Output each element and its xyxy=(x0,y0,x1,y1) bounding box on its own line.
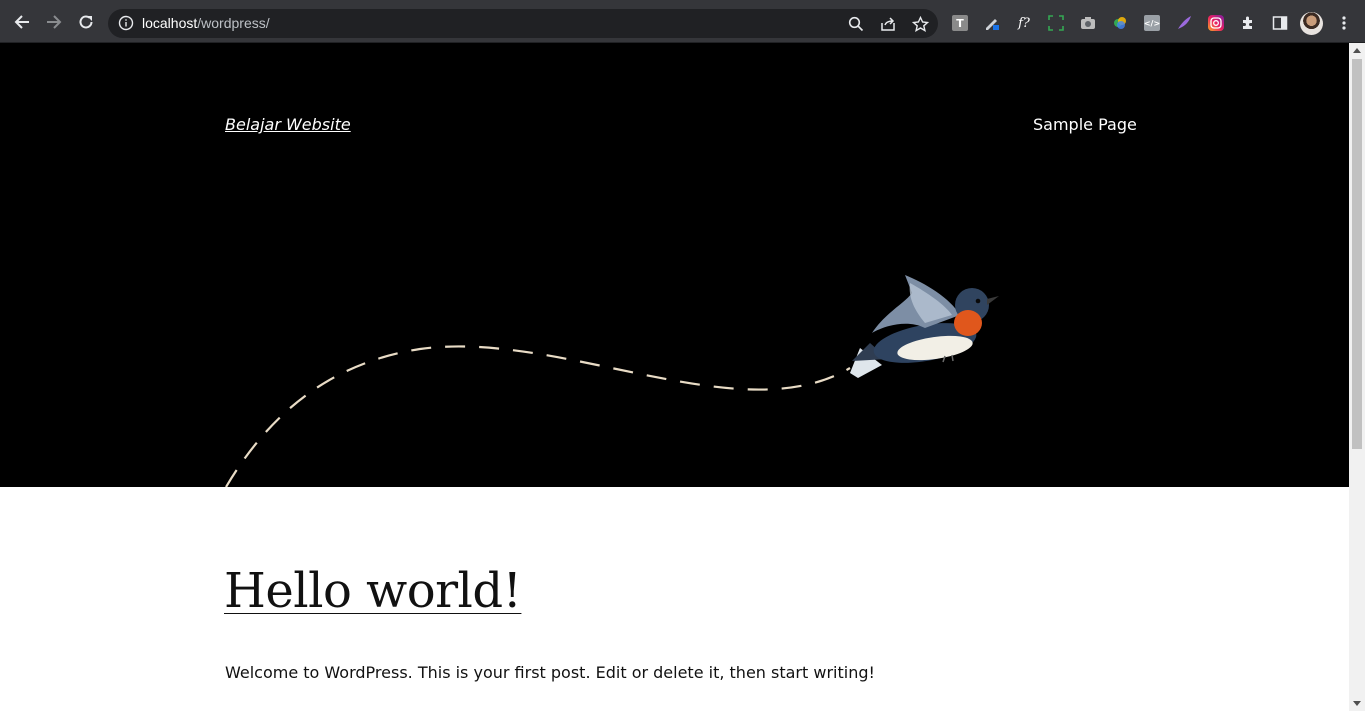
bird-icon xyxy=(850,275,999,378)
feather-icon[interactable] xyxy=(1176,15,1192,31)
page-viewport: Belajar Website Sample Page Hello world!… xyxy=(0,43,1349,711)
font-extension-icon[interactable]: f? xyxy=(1016,15,1032,31)
post-title-link[interactable]: Hello world! xyxy=(224,563,522,619)
pen-extension-icon[interactable] xyxy=(984,15,1000,31)
zoom-icon[interactable] xyxy=(847,15,865,33)
site-title-link[interactable]: Belajar Website xyxy=(225,115,351,134)
site-info-icon[interactable] xyxy=(118,15,134,31)
screenshot-area-icon[interactable] xyxy=(1048,15,1064,31)
url-host: localhost xyxy=(142,15,198,31)
text-extension-icon[interactable]: T xyxy=(952,15,968,31)
address-bar[interactable]: localhost/wordpress/ xyxy=(108,9,938,38)
url-text[interactable]: localhost/wordpress/ xyxy=(142,16,270,31)
instagram-icon[interactable] xyxy=(1208,15,1224,31)
color-picker-icon[interactable] xyxy=(1112,15,1128,31)
scroll-thumb[interactable] xyxy=(1352,59,1362,449)
post-excerpt: Welcome to WordPress. This is your first… xyxy=(225,663,875,682)
forward-arrow-icon[interactable] xyxy=(42,10,66,34)
puzzle-icon[interactable] xyxy=(1240,15,1256,31)
side-panel-icon[interactable] xyxy=(1272,15,1288,31)
profile-avatar[interactable] xyxy=(1300,12,1323,35)
site-header-hero: Belajar Website Sample Page xyxy=(0,43,1349,487)
flight-path xyxy=(225,345,851,487)
scroll-down-arrow-icon[interactable] xyxy=(1353,701,1361,706)
bird-flight-illustration xyxy=(225,275,999,487)
camera-icon[interactable] xyxy=(1080,15,1096,31)
nav-item-sample-page[interactable]: Sample Page xyxy=(1033,115,1137,134)
share-icon[interactable] xyxy=(879,15,897,33)
scroll-up-arrow-icon[interactable] xyxy=(1353,48,1361,53)
reload-icon[interactable] xyxy=(74,10,98,34)
url-path: /wordpress/ xyxy=(197,15,270,31)
bookmark-star-icon[interactable] xyxy=(911,15,929,33)
code-extension-icon[interactable]: </> xyxy=(1144,15,1160,31)
browser-toolbar: localhost/wordpress/ T f? </> xyxy=(0,0,1365,43)
kebab-menu-icon[interactable] xyxy=(1336,15,1352,31)
back-arrow-icon[interactable] xyxy=(10,10,34,34)
page-scrollbar[interactable] xyxy=(1349,43,1365,711)
